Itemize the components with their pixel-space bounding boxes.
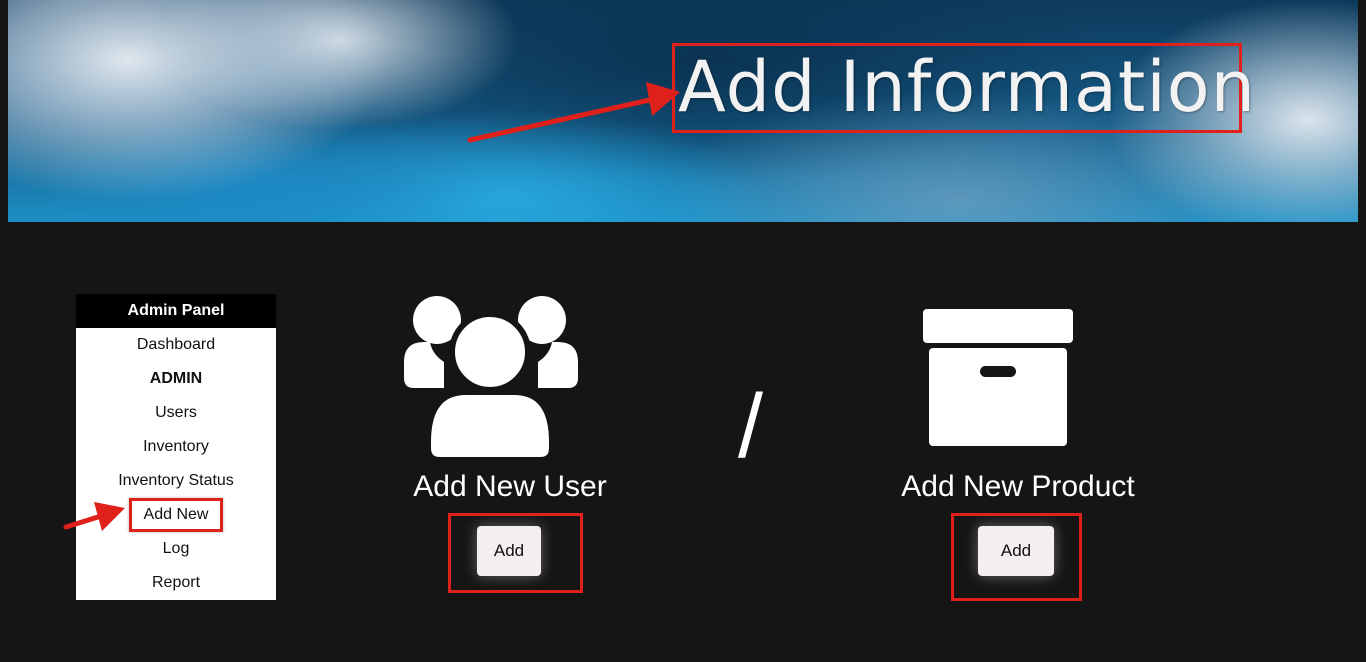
sidebar-header: Admin Panel — [76, 294, 276, 328]
admin-sidebar: Admin Panel Dashboard ADMIN Users Invent… — [76, 294, 276, 600]
sidebar-item-add-new[interactable]: Add New — [76, 498, 276, 532]
add-product-card: Add New Product — [888, 470, 1148, 504]
page: Add Information Admin Panel Dashboard AD… — [0, 0, 1366, 662]
sidebar-item-add-new-label: Add New — [128, 498, 224, 532]
sidebar-item-report[interactable]: Report — [76, 566, 276, 600]
add-user-card: Add New User — [400, 470, 620, 504]
page-title: Add Information — [678, 46, 1256, 128]
sidebar-item-inventory-status[interactable]: Inventory Status — [76, 464, 276, 498]
sidebar-item-log[interactable]: Log — [76, 532, 276, 566]
sidebar-item-users[interactable]: Users — [76, 396, 276, 430]
sidebar-item-admin[interactable]: ADMIN — [76, 362, 276, 396]
users-group-icon — [404, 296, 578, 462]
add-product-button[interactable]: Add — [978, 526, 1054, 576]
add-user-button[interactable]: Add — [477, 526, 541, 576]
add-product-title: Add New Product — [901, 470, 1135, 503]
sidebar-item-inventory[interactable]: Inventory — [76, 430, 276, 464]
archive-box-icon — [923, 309, 1073, 446]
add-user-title: Add New User — [413, 470, 607, 503]
sidebar-item-dashboard[interactable]: Dashboard — [76, 328, 276, 362]
separator-slash: / — [738, 377, 764, 477]
